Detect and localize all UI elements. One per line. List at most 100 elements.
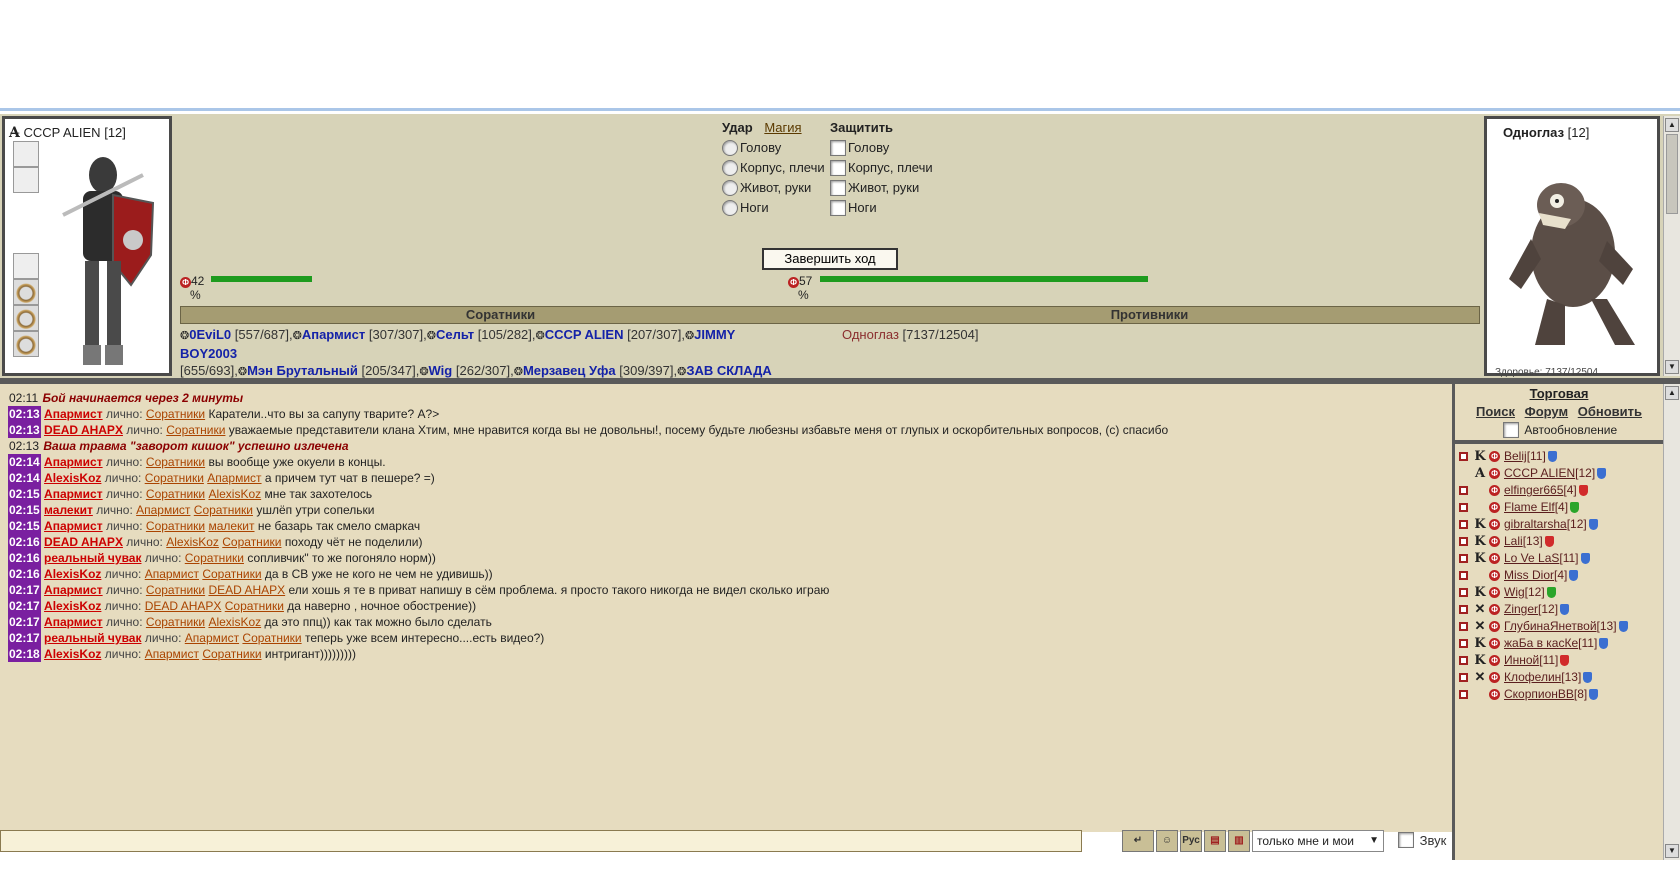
sidebar-scrollbar[interactable]: ▲ ▼: [1663, 384, 1680, 860]
chat-recipient[interactable]: AlexisKoz: [208, 487, 261, 501]
attack-option[interactable]: Голову: [722, 138, 825, 158]
chat-nick[interactable]: DEAD AHAPX: [44, 423, 123, 437]
chat-nick[interactable]: реальный чувак: [44, 631, 141, 645]
player-name[interactable]: Инной: [1504, 652, 1539, 669]
chat-recipient[interactable]: Соратники: [185, 551, 244, 565]
defend-option[interactable]: Живот, руки: [830, 178, 933, 198]
chat-time[interactable]: 02:16: [8, 566, 41, 582]
shield-icon[interactable]: [1599, 638, 1609, 649]
shield-icon[interactable]: [1547, 451, 1557, 462]
attack-radio[interactable]: [722, 140, 738, 156]
attack-radio[interactable]: [722, 160, 738, 176]
defend-option[interactable]: Ноги: [830, 198, 933, 218]
private-checkbox[interactable]: [1459, 452, 1468, 461]
ally-entry[interactable]: ❂Wig [262/307],: [419, 363, 513, 378]
chat-recipient[interactable]: DEAD AHAPX: [145, 599, 222, 613]
smiley-icon[interactable]: ☺: [1156, 830, 1178, 852]
shield-icon[interactable]: [1544, 536, 1554, 547]
player-name[interactable]: Lo Ve LaS: [1504, 550, 1559, 567]
rank-icon[interactable]: Ф: [1489, 502, 1500, 513]
chat-time[interactable]: 02:18: [8, 646, 41, 662]
chat-time[interactable]: 02:13: [8, 422, 41, 438]
rank-icon[interactable]: Ф: [1489, 570, 1500, 581]
chat-time[interactable]: 02:17: [8, 614, 41, 630]
attack-option[interactable]: Живот, руки: [722, 178, 825, 198]
player-name[interactable]: Lali: [1504, 533, 1523, 550]
filter-icon[interactable]: ▥: [1228, 830, 1250, 852]
chat-recipient[interactable]: Соратники: [194, 503, 253, 517]
chat-recipient[interactable]: Соратники: [225, 599, 284, 613]
chat-time[interactable]: 02:14: [8, 454, 41, 470]
clan-icon[interactable]: ✕: [1473, 618, 1487, 635]
ring-slot-3[interactable]: [13, 331, 39, 357]
clan-icon[interactable]: A: [1473, 465, 1487, 482]
chat-recipient[interactable]: малекит: [208, 519, 254, 533]
scroll-down-icon[interactable]: ▼: [1665, 360, 1679, 374]
clan-icon[interactable]: K: [1473, 516, 1487, 533]
shield-icon[interactable]: [1569, 570, 1579, 581]
rank-icon[interactable]: Ф: [1489, 672, 1500, 683]
attack-option[interactable]: Ноги: [722, 198, 825, 218]
private-checkbox[interactable]: [1459, 639, 1468, 648]
chat-time[interactable]: 02:17: [8, 630, 41, 646]
player-name[interactable]: Wig: [1504, 584, 1525, 601]
player-name[interactable]: ГлубинаЯнетвой: [1504, 618, 1597, 635]
attack-radio[interactable]: [722, 200, 738, 216]
shield-icon[interactable]: [1597, 468, 1607, 479]
chat-time[interactable]: 02:13: [8, 406, 41, 422]
player-name[interactable]: elfinger665: [1504, 482, 1563, 499]
refresh-link[interactable]: Обновить: [1578, 404, 1642, 419]
private-checkbox[interactable]: [1459, 537, 1468, 546]
chat-nick[interactable]: DEAD AHAPX: [44, 535, 123, 549]
scroll-thumb[interactable]: [1666, 134, 1678, 214]
chat-time[interactable]: 02:14: [8, 470, 41, 486]
shield-icon[interactable]: [1618, 621, 1628, 632]
rank-icon[interactable]: Ф: [1489, 468, 1500, 479]
empty-slot[interactable]: [13, 253, 39, 279]
private-checkbox[interactable]: [1459, 503, 1468, 512]
chat-recipient[interactable]: Соратники: [242, 631, 301, 645]
private-checkbox[interactable]: [1459, 571, 1468, 580]
ring-slot-1[interactable]: [13, 279, 39, 305]
rank-icon[interactable]: Ф: [1489, 655, 1500, 666]
forum-link[interactable]: Форум: [1525, 404, 1568, 419]
autoupdate-toggle[interactable]: Автообновление: [1503, 422, 1617, 438]
end-turn-button[interactable]: Завершить ход: [762, 248, 898, 270]
player-name[interactable]: Belij: [1504, 448, 1527, 465]
clear-icon[interactable]: ▤: [1204, 830, 1226, 852]
rank-icon[interactable]: Ф: [1489, 638, 1500, 649]
player-name[interactable]: Miss Dior: [1504, 567, 1554, 584]
ally-entry[interactable]: ❂Мерзавец Уфа [309/397],: [514, 363, 677, 378]
chat-time[interactable]: 02:16: [8, 550, 41, 566]
chat-nick[interactable]: Апармист: [44, 455, 103, 469]
player-name[interactable]: CCCP ALIEN: [1504, 465, 1575, 482]
rank-icon[interactable]: Ф: [1489, 451, 1500, 462]
player-name[interactable]: Flame Elf: [1504, 499, 1555, 516]
chat-recipient[interactable]: DEAD AHAPX: [208, 583, 285, 597]
private-checkbox[interactable]: [1459, 520, 1468, 529]
attack-radio[interactable]: [722, 180, 738, 196]
clan-icon[interactable]: ✕: [1473, 601, 1487, 618]
location-name[interactable]: Торговая: [1455, 386, 1663, 401]
player-name[interactable]: жаБа в касКе: [1504, 635, 1578, 652]
private-checkbox[interactable]: [1459, 588, 1468, 597]
weapon-slot[interactable]: [13, 141, 39, 167]
chat-time[interactable]: 02:17: [8, 598, 41, 614]
private-checkbox[interactable]: [1459, 554, 1468, 563]
shield-icon[interactable]: [1588, 519, 1598, 530]
rank-icon[interactable]: Ф: [1489, 604, 1500, 615]
clan-icon[interactable]: ✕: [1473, 669, 1487, 686]
chat-recipient[interactable]: AlexisKoz: [166, 535, 219, 549]
chat-recipient[interactable]: Соратники: [145, 471, 204, 485]
private-checkbox[interactable]: [1459, 656, 1468, 665]
chat-time[interactable]: 02:15: [8, 502, 41, 518]
chat-nick[interactable]: AlexisKoz: [44, 599, 101, 613]
chat-nick[interactable]: AlexisKoz: [44, 471, 101, 485]
chat-recipient[interactable]: Соратники: [146, 407, 205, 421]
chat-nick[interactable]: реальный чувак: [44, 551, 141, 565]
private-checkbox[interactable]: [1459, 605, 1468, 614]
player-name[interactable]: gibraltarsha: [1504, 516, 1567, 533]
search-link[interactable]: Поиск: [1476, 404, 1515, 419]
chat-recipient[interactable]: AlexisKoz: [208, 615, 261, 629]
rank-icon[interactable]: Ф: [1489, 485, 1500, 496]
